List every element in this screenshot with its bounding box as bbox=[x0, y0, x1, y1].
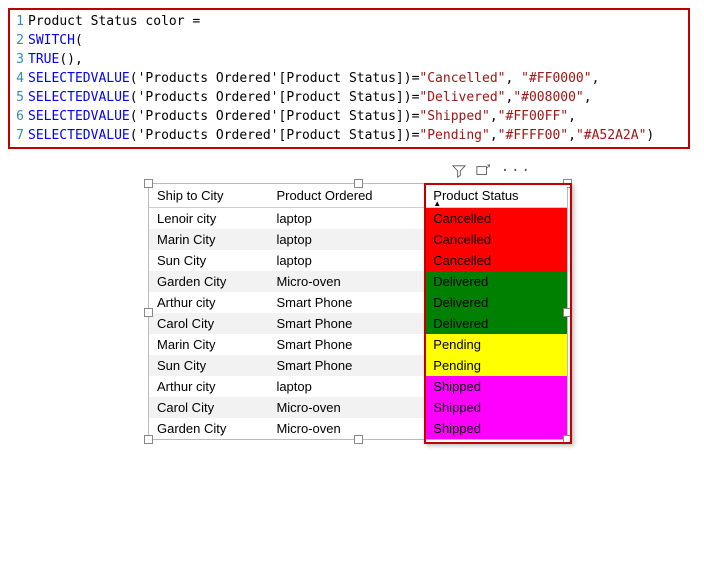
cell-status: Delivered bbox=[425, 313, 567, 334]
code-line: 2SWITCH( bbox=[10, 31, 688, 50]
cell-product: laptop bbox=[268, 208, 425, 230]
table-row[interactable]: Carol CityMicro-ovenShipped bbox=[149, 397, 567, 418]
cell-city: Carol City bbox=[149, 397, 268, 418]
cell-status: Shipped bbox=[425, 376, 567, 397]
table-row[interactable]: Lenoir citylaptopCancelled bbox=[149, 208, 567, 230]
cell-status: Delivered bbox=[425, 292, 567, 313]
more-options-icon[interactable]: ··· bbox=[501, 163, 532, 179]
resize-handle[interactable] bbox=[563, 308, 572, 317]
cell-city: Sun City bbox=[149, 355, 268, 376]
focus-mode-icon[interactable] bbox=[476, 163, 500, 179]
cell-status: Shipped bbox=[425, 418, 567, 439]
table-visual[interactable]: Ship to City Product Ordered Product Sta… bbox=[148, 183, 568, 440]
col-header-status[interactable]: Product Status bbox=[425, 184, 567, 208]
cell-product: Smart Phone bbox=[268, 313, 425, 334]
table-row[interactable]: Garden CityMicro-ovenDelivered bbox=[149, 271, 567, 292]
code-text: SELECTEDVALUE('Products Ordered'[Product… bbox=[28, 88, 688, 107]
resize-handle[interactable] bbox=[354, 179, 363, 188]
cell-status: Cancelled bbox=[425, 208, 567, 230]
line-number: 1 bbox=[10, 12, 28, 31]
cell-product: Smart Phone bbox=[268, 334, 425, 355]
resize-handle[interactable] bbox=[144, 179, 153, 188]
cell-status: Cancelled bbox=[425, 229, 567, 250]
cell-product: laptop bbox=[268, 376, 425, 397]
cell-city: Garden City bbox=[149, 418, 268, 439]
resize-handle[interactable] bbox=[144, 435, 153, 444]
col-header-city[interactable]: Ship to City bbox=[149, 184, 268, 208]
table-row[interactable]: Sun CitylaptopCancelled bbox=[149, 250, 567, 271]
cell-product: laptop bbox=[268, 229, 425, 250]
line-number: 2 bbox=[10, 31, 28, 50]
col-header-product[interactable]: Product Ordered bbox=[268, 184, 425, 208]
table-row[interactable]: Carol CitySmart PhoneDelivered bbox=[149, 313, 567, 334]
cell-city: Marin City bbox=[149, 229, 268, 250]
cell-status: Pending bbox=[425, 355, 567, 376]
code-text: SELECTEDVALUE('Products Ordered'[Product… bbox=[28, 69, 688, 88]
code-line: 4SELECTEDVALUE('Products Ordered'[Produc… bbox=[10, 69, 688, 88]
table-row[interactable]: Marin CitylaptopCancelled bbox=[149, 229, 567, 250]
line-number: 6 bbox=[10, 107, 28, 126]
resize-handle[interactable] bbox=[144, 308, 153, 317]
code-line: 1Product Status color = bbox=[10, 12, 688, 31]
code-text: SELECTEDVALUE('Products Ordered'[Product… bbox=[28, 107, 688, 126]
dax-formula-editor[interactable]: 1Product Status color =2SWITCH(3TRUE(),4… bbox=[8, 8, 690, 149]
cell-status: Cancelled bbox=[425, 250, 567, 271]
filter-icon[interactable] bbox=[452, 163, 476, 179]
cell-product: Micro-oven bbox=[268, 397, 425, 418]
code-text: SELECTEDVALUE('Products Ordered'[Product… bbox=[28, 126, 688, 145]
line-number: 3 bbox=[10, 50, 28, 69]
cell-city: Sun City bbox=[149, 250, 268, 271]
line-number: 7 bbox=[10, 126, 28, 145]
code-line: 3TRUE(), bbox=[10, 50, 688, 69]
cell-product: Micro-oven bbox=[268, 418, 425, 439]
table-row[interactable]: Marin CitySmart PhonePending bbox=[149, 334, 567, 355]
line-number: 4 bbox=[10, 69, 28, 88]
code-line: 6SELECTEDVALUE('Products Ordered'[Produc… bbox=[10, 107, 688, 126]
cell-city: Marin City bbox=[149, 334, 268, 355]
table-row[interactable]: Arthur citylaptopShipped bbox=[149, 376, 567, 397]
cell-city: Garden City bbox=[149, 271, 268, 292]
code-text: TRUE(), bbox=[28, 50, 688, 69]
cell-status: Shipped bbox=[425, 397, 567, 418]
code-line: 5SELECTEDVALUE('Products Ordered'[Produc… bbox=[10, 88, 688, 107]
resize-handle[interactable] bbox=[563, 435, 572, 444]
cell-product: Micro-oven bbox=[268, 271, 425, 292]
cell-city: Arthur city bbox=[149, 292, 268, 313]
code-line: 7SELECTEDVALUE('Products Ordered'[Produc… bbox=[10, 126, 688, 145]
table-row[interactable]: Arthur citySmart PhoneDelivered bbox=[149, 292, 567, 313]
cell-product: Smart Phone bbox=[268, 355, 425, 376]
cell-product: laptop bbox=[268, 250, 425, 271]
table-visual-container: ··· Ship to City Product Ordered Product… bbox=[148, 163, 568, 440]
resize-handle[interactable] bbox=[354, 435, 363, 444]
cell-product: Smart Phone bbox=[268, 292, 425, 313]
cell-city: Arthur city bbox=[149, 376, 268, 397]
cell-status: Pending bbox=[425, 334, 567, 355]
line-number: 5 bbox=[10, 88, 28, 107]
code-text: SWITCH( bbox=[28, 31, 688, 50]
data-table: Ship to City Product Ordered Product Sta… bbox=[149, 184, 567, 439]
code-text: Product Status color = bbox=[28, 12, 688, 31]
cell-city: Carol City bbox=[149, 313, 268, 334]
table-row[interactable]: Sun CitySmart PhonePending bbox=[149, 355, 567, 376]
cell-status: Delivered bbox=[425, 271, 567, 292]
cell-city: Lenoir city bbox=[149, 208, 268, 230]
